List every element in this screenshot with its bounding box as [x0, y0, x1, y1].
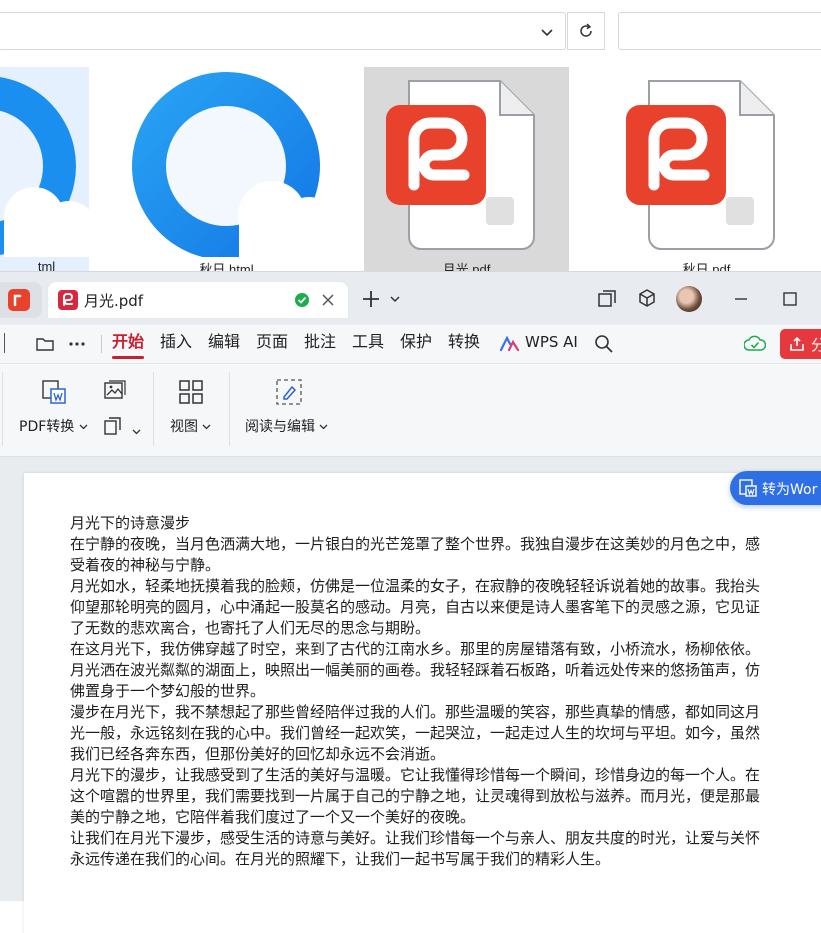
tab-title: 月光.pdf: [84, 292, 144, 310]
pdf-to-word-icon[interactable]: [41, 379, 67, 405]
menu-page[interactable]: 页面: [256, 331, 288, 353]
pdf-file-icon: [626, 80, 775, 250]
convert-to-word-label: 转为Wor: [762, 482, 818, 498]
refresh-icon: [580, 23, 592, 37]
chevron-down-icon: [132, 429, 141, 435]
menu-wps-ai[interactable]: WPS AI: [525, 331, 578, 353]
menu-protect[interactable]: 保护: [400, 331, 432, 353]
menu-insert[interactable]: 插入: [160, 331, 192, 353]
maximize-icon[interactable]: [782, 291, 798, 307]
chevron-down-icon[interactable]: [536, 22, 558, 44]
wps-app-icon: [8, 289, 30, 311]
file-item[interactable]: 秋日.html: [124, 67, 329, 272]
share-icon: [790, 336, 804, 351]
close-icon[interactable]: [321, 293, 335, 307]
ribbon-toolbar: PDF转换 视图 阅读与编辑: [0, 364, 821, 457]
menu-bar: 开始 插入 编辑 页面 批注 工具 保护 转换 WPS AI 分: [0, 325, 821, 364]
convert-to-word-button[interactable]: 转为Wor: [730, 471, 821, 505]
read-edit-icon[interactable]: [275, 378, 303, 406]
pdf-convert-label: PDF转换: [19, 419, 75, 435]
view-label: 视图: [170, 419, 198, 435]
menu-partial-edge[interactable]: [0, 333, 5, 353]
pdf-file-icon: [386, 80, 535, 250]
tab-home[interactable]: [0, 282, 42, 318]
paragraph: 漫步在月光下，我不禁想起了那些曾经陪伴过我的人们。那些温暖的笑容，那些真挚的情感…: [70, 703, 761, 763]
menu-edit[interactable]: 编辑: [208, 331, 240, 353]
share-label: 分: [811, 336, 821, 354]
view-grid-icon[interactable]: [178, 379, 204, 405]
pdf-tab-icon: [58, 290, 78, 310]
cube-icon[interactable]: [637, 288, 657, 308]
window-tiles-icon[interactable]: [597, 289, 617, 309]
word-convert-icon: [739, 479, 757, 497]
chevron-down-icon[interactable]: [389, 293, 401, 305]
browser-html-file-icon: [132, 72, 329, 260]
paragraph: 在宁静的夜晚，当月色洒满大地，一片银白的光芒笼罩了整个世界。我独自漫步在这美妙的…: [70, 535, 761, 574]
cloud-sync-icon[interactable]: [744, 334, 766, 354]
file-explorer-window: tml 秋日.html 月光.pdf 秋日.pdf: [0, 0, 821, 272]
paragraph: 月光如水，轻柔地抚摸着我的脸颊，仿佛是一位温柔的女子，在寂静的夜晚轻轻诉说着她的…: [70, 577, 761, 637]
read-edit-label: 阅读与编辑: [245, 419, 315, 435]
document-page: 月光下的诗意漫步 在宁静的夜晚，当月色洒满大地，一片银白的光芒笼罩了整个世界。我…: [24, 473, 821, 933]
open-folder-icon[interactable]: [35, 334, 55, 354]
share-button[interactable]: 分: [780, 329, 821, 359]
read-edit-button[interactable]: 阅读与编辑: [245, 416, 328, 436]
chevron-down-icon: [79, 424, 88, 430]
browser-html-file-icon: [0, 77, 89, 257]
menu-annotate[interactable]: 批注: [304, 331, 336, 353]
wps-ai-icon[interactable]: [500, 336, 520, 352]
file-item[interactable]: 月光.pdf: [364, 67, 569, 272]
ribbon-divider: [153, 372, 154, 446]
wps-pdf-window: 月光.pdf 开始 插入 编辑 页面 批注 工具 保护 转换 WPS AI 分 …: [0, 271, 821, 933]
search-icon[interactable]: [594, 334, 614, 354]
ribbon-divider: [229, 372, 230, 446]
minimize-icon[interactable]: [733, 291, 749, 307]
document-body[interactable]: 月光下的诗意漫步 在宁静的夜晚，当月色洒满大地，一片银白的光芒笼罩了整个世界。我…: [70, 513, 770, 870]
pdf-convert-button[interactable]: PDF转换: [19, 416, 88, 436]
file-item[interactable]: 秋日.pdf: [604, 67, 809, 272]
paragraph: 在这月光下，我仿佛穿越了时空，来到了古代的江南水乡。那里的房屋错落有致，小桥流水…: [70, 640, 761, 700]
document-title: 月光下的诗意漫步: [70, 514, 191, 532]
new-tab-plus-icon[interactable]: [361, 289, 381, 309]
page-copy-dropdown[interactable]: [103, 416, 141, 440]
avatar[interactable]: [676, 286, 702, 312]
saved-check-icon: [295, 293, 309, 307]
page-copy-icon: [104, 417, 121, 435]
pdf-to-image-icon[interactable]: [103, 379, 127, 403]
tab-bar: 月光.pdf: [0, 271, 821, 326]
refresh-button[interactable]: [567, 12, 605, 50]
menu-divider: [101, 335, 102, 353]
paragraph: 月光下的漫步，让我感受到了生活的美好与温暖。它让我懂得珍惜每一个瞬间，珍惜身边的…: [70, 766, 761, 826]
chevron-down-icon: [319, 424, 328, 430]
ribbon-divider: [2, 372, 3, 446]
tab-document[interactable]: 月光.pdf: [48, 282, 348, 318]
address-bar[interactable]: [0, 12, 566, 50]
search-input[interactable]: [618, 12, 821, 50]
document-area: 月光下的诗意漫步 在宁静的夜晚，当月色洒满大地，一片银白的光芒笼罩了整个世界。我…: [0, 457, 821, 933]
paragraph: 让我们在月光下漫步，感受生活的诗意与美好。让我们珍惜每一个与亲人、朋友共度的时光…: [70, 829, 761, 868]
menu-tools[interactable]: 工具: [352, 331, 384, 353]
view-button[interactable]: 视图: [170, 416, 211, 436]
menu-start[interactable]: 开始: [112, 331, 145, 359]
more-icon[interactable]: [67, 334, 87, 354]
menu-convert[interactable]: 转换: [448, 331, 480, 353]
chevron-down-icon: [202, 424, 211, 430]
file-item[interactable]: tml: [0, 67, 89, 272]
